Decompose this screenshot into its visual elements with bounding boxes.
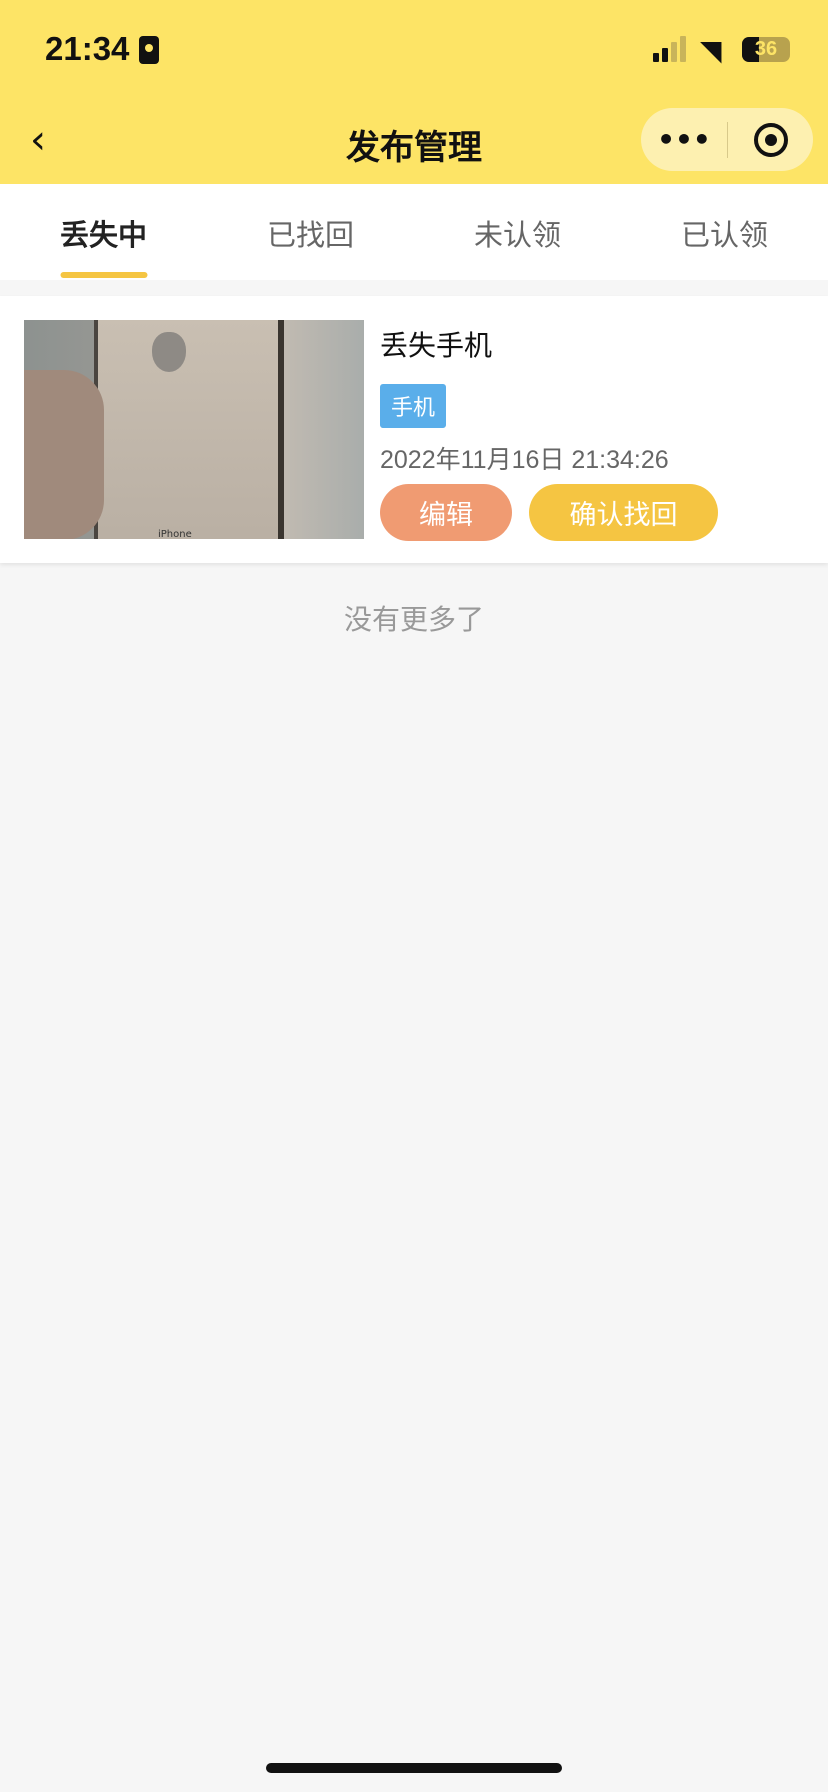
item-date: 2022年11月16日 21:34:26 <box>380 440 718 476</box>
header: 21:34 ◥ 36 ‹ 发布管理 ••• <box>0 0 828 184</box>
item-title: 丢失手机 <box>380 324 718 364</box>
more-button[interactable]: ••• <box>641 123 727 156</box>
mini-program-capsule: ••• <box>641 108 813 171</box>
no-more-text: 没有更多了 <box>0 598 828 638</box>
list-item[interactable]: iPhone 丢失手机 手机 2022年11月16日 21:34:26 编辑 确… <box>0 296 828 563</box>
tab-lost[interactable]: 丢失中 <box>0 184 207 280</box>
item-photo[interactable]: iPhone <box>24 320 364 539</box>
photo-phone-label: iPhone <box>158 529 192 539</box>
tab-bar: 丢失中 已找回 未认领 已认领 <box>0 184 828 280</box>
confirm-found-button[interactable]: 确认找回 <box>529 484 718 541</box>
tab-found[interactable]: 已找回 <box>207 184 414 280</box>
edit-button[interactable]: 编辑 <box>380 484 512 541</box>
close-button[interactable] <box>728 123 813 157</box>
tab-unclaimed[interactable]: 未认领 <box>414 184 621 280</box>
wifi-icon: ◥ <box>700 34 722 67</box>
battery-icon: 36 <box>742 37 790 62</box>
apple-logo-icon <box>152 332 186 372</box>
home-indicator[interactable] <box>266 1763 562 1773</box>
hand-image <box>24 370 104 539</box>
tab-claimed[interactable]: 已认领 <box>621 184 828 280</box>
contact-card-icon <box>139 36 159 64</box>
phone-image: iPhone <box>94 320 284 539</box>
signal-icon <box>653 36 686 62</box>
status-time: 21:34 <box>45 30 129 68</box>
category-tag: 手机 <box>380 384 446 428</box>
target-icon <box>754 123 788 157</box>
battery-level: 36 <box>755 38 777 60</box>
